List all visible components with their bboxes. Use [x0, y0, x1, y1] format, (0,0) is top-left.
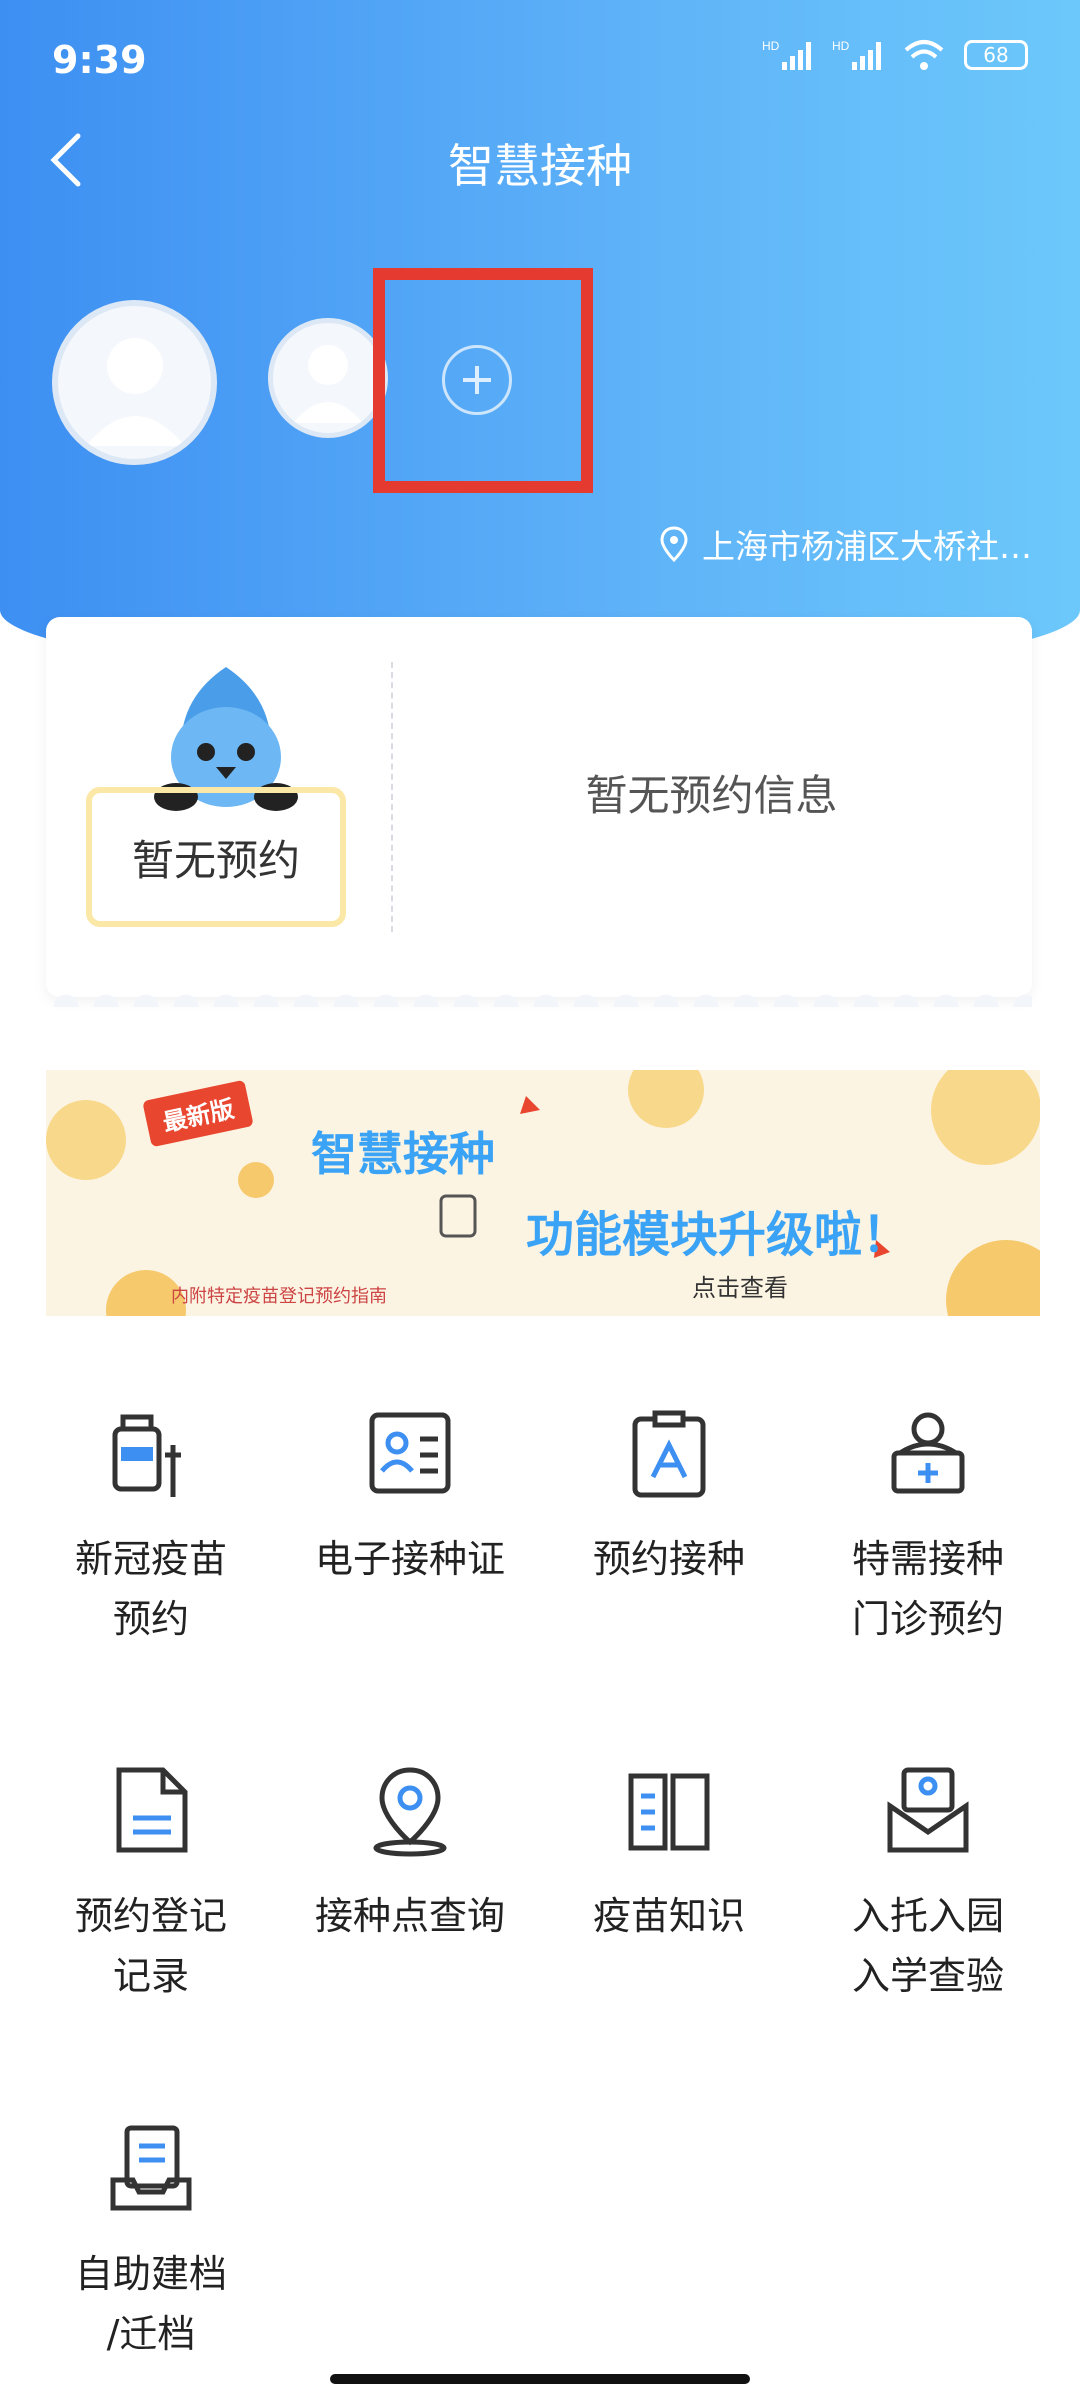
document-icon — [116, 1767, 188, 1853]
add-member-button[interactable] — [442, 345, 512, 415]
appointment-card: 暂无预约 暂无预约信息 — [46, 617, 1032, 1007]
user-icon — [86, 338, 185, 446]
menu-special-clinic[interactable]: 特需接种 门诊预约 — [803, 1405, 1053, 1649]
label-line1: 疫苗知识 — [592, 1894, 745, 1938]
menu-label: 自助建档 /迁档 — [26, 2244, 276, 2364]
signal-icon-2: HD — [832, 39, 881, 70]
label-line1: 电子接种证 — [314, 1537, 505, 1581]
banner-note: 内附特定疫苗登记预约指南 — [171, 1286, 387, 1307]
menu-covid-vaccine[interactable]: 新冠疫苗 预约 — [26, 1405, 276, 1649]
avatar-secondary[interactable] — [268, 318, 388, 438]
upgrade-banner[interactable]: 最新版 智慧接种 功能模块升级啦！ 内附特定疫苗登记预约指南 点击查看 — [46, 1070, 1040, 1316]
no-appointment-info: 暂无预约信息 — [585, 771, 838, 820]
status-icons: HD HD 68 — [762, 38, 1028, 72]
wifi-icon — [904, 40, 944, 70]
label-line1: 接种点查询 — [314, 1894, 505, 1938]
banner-subtitle: 功能模块升级啦！ — [526, 1207, 911, 1263]
label-line2: 预约 — [112, 1597, 189, 1641]
location-text: 上海市杨浦区大桥社… — [702, 527, 1032, 566]
battery-icon: 68 — [964, 40, 1028, 70]
menu-booking-records[interactable]: 预约登记 记录 — [26, 1762, 276, 2006]
menu-label: 疫苗知识 — [544, 1886, 794, 1946]
location-pin-icon — [660, 526, 688, 562]
svg-text:HD: HD — [762, 39, 780, 53]
menu-label: 特需接种 门诊预约 — [803, 1529, 1053, 1649]
banner-cta[interactable]: 点击查看 — [692, 1268, 788, 1303]
label-line2: 记录 — [112, 1954, 189, 1998]
battery-level: 68 — [983, 43, 1009, 67]
menu-label: 预约接种 — [544, 1529, 794, 1589]
menu-label: 电子接种证 — [285, 1529, 535, 1589]
menu-label: 入托入园 入学查验 — [803, 1886, 1053, 2006]
signal-icon: HD — [762, 39, 811, 70]
avatar-main[interactable] — [52, 300, 217, 465]
menu-label: 新冠疫苗 预约 — [26, 1529, 276, 1649]
menu-school-check[interactable]: 入托入园 入学查验 — [803, 1762, 1053, 2006]
label-line2: /迁档 — [106, 2312, 196, 2356]
clipboard-icon — [632, 1410, 706, 1498]
label-line1: 预约接种 — [592, 1537, 745, 1581]
menu-label: 接种点查询 — [285, 1886, 535, 1946]
menu-e-certificate[interactable]: 电子接种证 — [285, 1405, 535, 1589]
label-line1: 入托入园 — [851, 1894, 1004, 1938]
map-pin-icon — [373, 1767, 447, 1857]
svg-text:HD: HD — [832, 39, 850, 53]
plus-icon — [463, 366, 491, 394]
page-title: 智慧接种 — [448, 139, 632, 193]
location-selector[interactable]: 上海市杨浦区大桥社… — [660, 520, 1032, 568]
status-time: 9:39 — [52, 38, 147, 82]
home-indicator[interactable] — [330, 2374, 750, 2384]
vaccine-vial-icon — [112, 1414, 181, 1497]
mail-check-icon — [887, 1767, 969, 1853]
label-line1: 预约登记 — [74, 1894, 227, 1938]
scallop-edge — [46, 987, 1032, 1007]
doctor-icon — [891, 1412, 965, 1494]
label-line1: 特需接种 — [851, 1537, 1004, 1581]
banner-title: 智慧接种 — [311, 1127, 495, 1181]
no-appointment-sign: 暂无预约 — [86, 787, 346, 927]
sign-text: 暂无预约 — [131, 835, 300, 885]
label-line1: 新冠疫苗 — [74, 1537, 227, 1581]
menu-label: 预约登记 记录 — [26, 1886, 276, 2006]
label-line1: 自助建档 — [74, 2252, 227, 2296]
label-line2: 入学查验 — [851, 1954, 1004, 1998]
status-bar: 9:39 HD HD 68 — [0, 0, 1080, 120]
menu-vaccine-knowledge[interactable]: 疫苗知识 — [544, 1762, 794, 1946]
book-icon — [628, 1773, 710, 1851]
label-line2: 门诊预约 — [851, 1597, 1004, 1641]
menu-self-record[interactable]: 自助建档 /迁档 — [26, 2120, 276, 2364]
file-tray-icon — [110, 2125, 192, 2211]
menu-book-vaccination[interactable]: 预约接种 — [544, 1405, 794, 1589]
user-icon-small — [293, 345, 363, 423]
menu-site-search[interactable]: 接种点查询 — [285, 1762, 535, 1946]
id-card-icon — [369, 1412, 451, 1494]
